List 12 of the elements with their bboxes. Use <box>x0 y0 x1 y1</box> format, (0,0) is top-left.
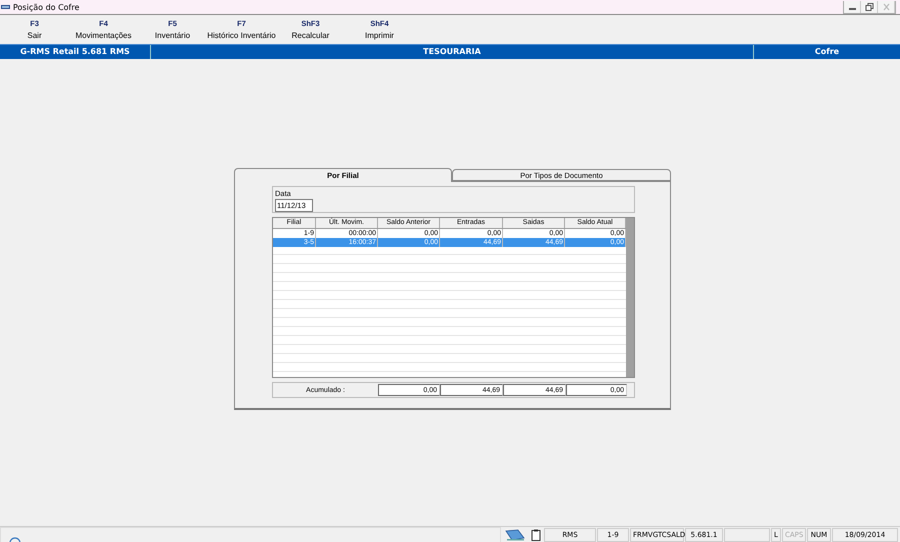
restore-icon <box>864 2 874 10</box>
minimize-button[interactable] <box>844 0 861 12</box>
app-version: G-RMS Retail 5.681 RMS <box>0 45 151 59</box>
window-title: Posição do Cofre <box>13 2 80 12</box>
monitor-icon[interactable] <box>504 528 526 540</box>
scrollbar[interactable] <box>626 218 634 377</box>
app-icon <box>1 4 10 10</box>
screen-name: Cofre <box>753 45 900 59</box>
module-title: TESOURARIA <box>422 46 482 58</box>
clipboard-icon[interactable] <box>531 528 541 540</box>
restore-button[interactable] <box>861 0 878 12</box>
close-icon <box>882 2 890 10</box>
